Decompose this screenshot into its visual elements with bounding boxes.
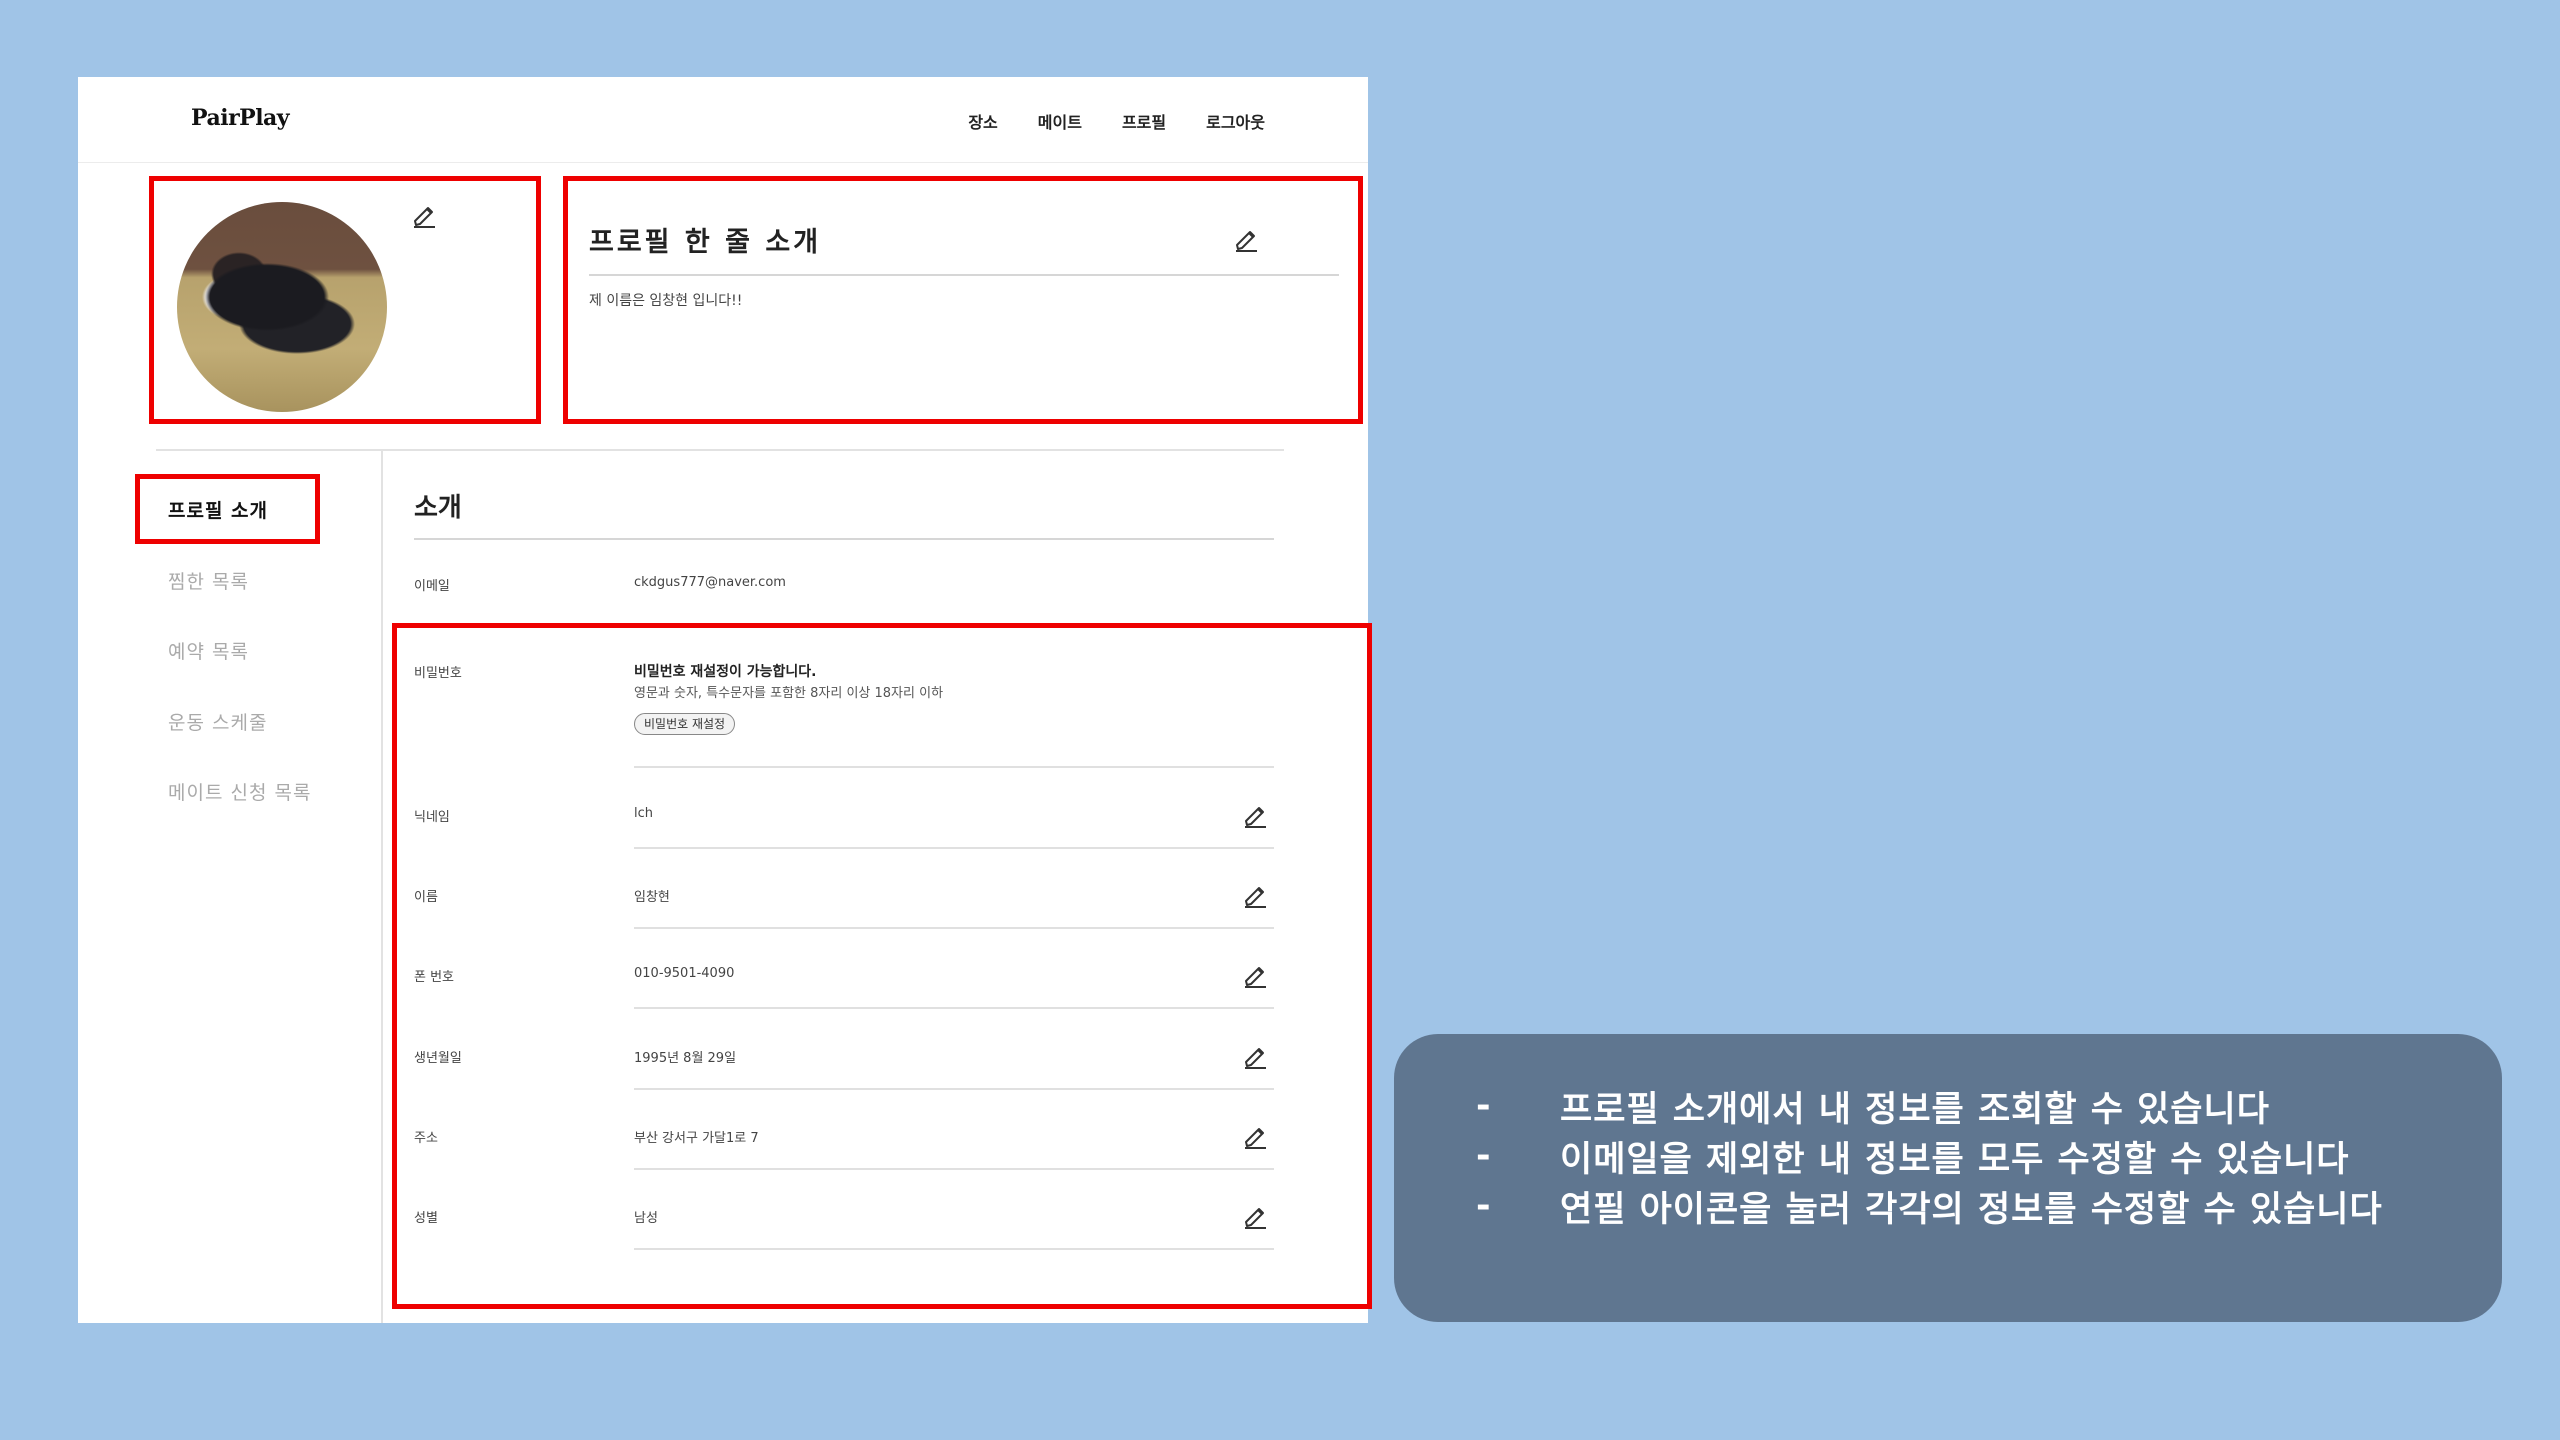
section-divider <box>156 449 1284 451</box>
phone-value: 010-9501-4090 <box>634 966 735 981</box>
name-label: 이름 <box>414 890 438 905</box>
highlight-editable-fields <box>392 623 1372 1309</box>
annotation-text: 프로필 소개에서 내 정보를 조회할 수 있습니다 <box>1560 1089 2270 1130</box>
section-title: 소개 <box>414 493 462 523</box>
password-label: 비밀번호 <box>414 666 462 681</box>
bullet-marker: - <box>1476 1186 1492 1226</box>
logo[interactable]: PairPlay <box>191 105 290 131</box>
nav-place[interactable]: 장소 <box>968 109 997 133</box>
nickname-value: lch <box>634 806 653 821</box>
sidebar-item-profile-intro[interactable]: 프로필 소개 <box>168 496 268 523</box>
email-label: 이메일 <box>414 579 450 594</box>
intro-divider <box>589 274 1339 276</box>
row-divider <box>634 1088 1274 1090</box>
intro-title: 프로필 한 줄 소개 <box>589 227 822 258</box>
nav-logout[interactable]: 로그아웃 <box>1206 109 1265 133</box>
sidebar-item-favorites[interactable]: 찜한 목록 <box>168 567 249 594</box>
gender-value: 남성 <box>634 1211 658 1226</box>
edit-intro-pencil-icon[interactable] <box>1233 226 1259 252</box>
row-divider <box>634 1248 1274 1250</box>
name-value: 임창현 <box>634 890 670 905</box>
sidebar-item-mate-requests[interactable]: 메이트 신청 목록 <box>168 778 311 805</box>
password-reset-button[interactable]: 비밀번호 재설정 <box>634 713 736 735</box>
row-divider <box>634 1007 1274 1009</box>
intro-text: 제 이름은 임창현 입니다!! <box>589 293 743 309</box>
avatar <box>177 202 387 412</box>
row-divider <box>634 766 1274 768</box>
nav-links: 장소 메이트 프로필 로그아웃 <box>968 109 1265 133</box>
edit-name-pencil-icon[interactable] <box>1242 882 1268 908</box>
edit-nickname-pencil-icon[interactable] <box>1242 802 1268 828</box>
birthdate-value: 1995년 8월 29일 <box>634 1051 737 1066</box>
password-rule-text: 영문과 숫자, 특수문자를 포함한 8자리 이상 18자리 이하 <box>634 686 944 701</box>
top-navigation: PairPlay 장소 메이트 프로필 로그아웃 <box>78 77 1368 163</box>
nav-profile[interactable]: 프로필 <box>1122 109 1166 133</box>
password-reset-heading: 비밀번호 재설정이 가능합니다. <box>634 664 817 680</box>
sidebar-divider <box>381 451 383 1323</box>
edit-phone-pencil-icon[interactable] <box>1242 962 1268 988</box>
birthdate-label: 생년월일 <box>414 1051 462 1066</box>
edit-address-pencil-icon[interactable] <box>1242 1123 1268 1149</box>
nickname-label: 닉네임 <box>414 810 450 825</box>
app-window: PairPlay 장소 메이트 프로필 로그아웃 프로필 한 줄 소개 제 이름… <box>78 77 1372 1323</box>
annotation-text: 이메일을 제외한 내 정보를 모두 수정할 수 있습니다 <box>1560 1139 2350 1180</box>
gender-label: 성별 <box>414 1211 438 1226</box>
sidebar-item-reservations[interactable]: 예약 목록 <box>168 637 249 664</box>
email-value: ckdgus777@naver.com <box>634 575 786 590</box>
address-value: 부산 강서구 가달1로 7 <box>634 1131 759 1146</box>
bullet-marker: - <box>1476 1136 1492 1176</box>
edit-photo-pencil-icon[interactable] <box>411 202 437 228</box>
row-divider <box>634 847 1274 849</box>
address-label: 주소 <box>414 1131 438 1146</box>
row-divider <box>634 1168 1274 1170</box>
edit-birthdate-pencil-icon[interactable] <box>1242 1043 1268 1069</box>
row-divider <box>634 927 1274 929</box>
sidebar-item-workout-schedule[interactable]: 운동 스케줄 <box>168 708 267 735</box>
annotation-panel: - 프로필 소개에서 내 정보를 조회할 수 있습니다 - 이메일을 제외한 내… <box>1394 1034 2502 1322</box>
section-title-divider <box>414 538 1274 540</box>
annotation-text: 연필 아이콘을 눌러 각각의 정보를 수정할 수 있습니다 <box>1560 1189 2383 1230</box>
nav-mate[interactable]: 메이트 <box>1038 109 1082 133</box>
bullet-marker: - <box>1476 1086 1492 1126</box>
phone-label: 폰 번호 <box>414 970 455 985</box>
edit-gender-pencil-icon[interactable] <box>1242 1203 1268 1229</box>
